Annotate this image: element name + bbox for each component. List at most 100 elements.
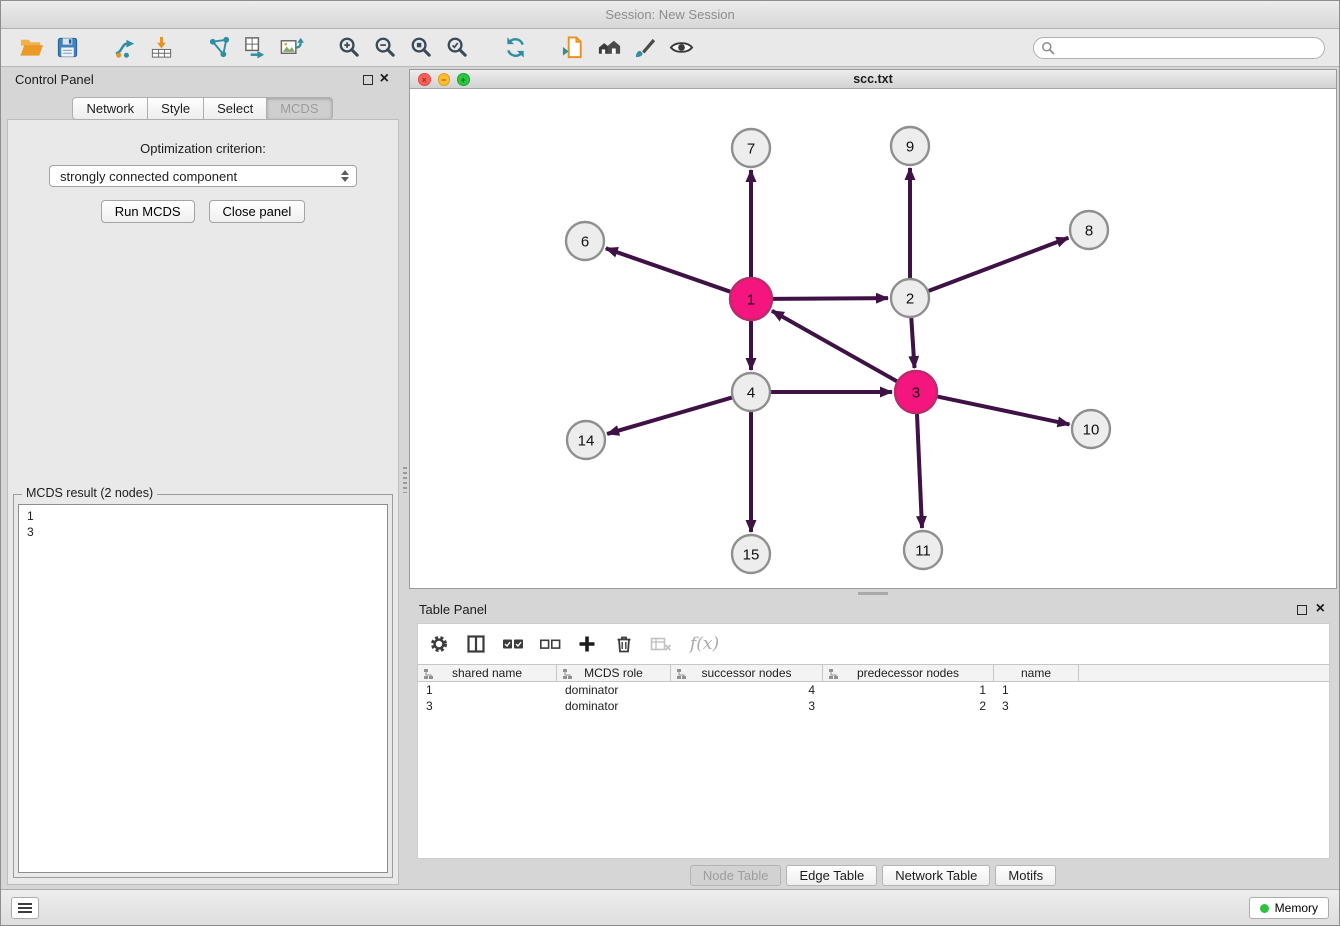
mcds-buttons-row: Run MCDS Close panel [8, 200, 398, 223]
tab-node-table[interactable]: Node Table [690, 865, 782, 886]
control-panel-title: Control Panel [15, 72, 94, 87]
column-type-icon [562, 668, 573, 680]
network-canvas-svg[interactable]: 1 2 3 4 6 7 8 9 10 11 14 15 [410, 89, 1336, 588]
zoom-in-icon [337, 35, 362, 60]
table-panel-title: Table Panel [419, 602, 487, 617]
tab-motifs[interactable]: Motifs [995, 865, 1056, 886]
search-input[interactable] [1033, 37, 1325, 59]
mcds-panel-body: Optimization criterion: strongly connect… [7, 119, 399, 885]
column-type-icon [828, 668, 839, 680]
graph-node-15[interactable]: 15 [732, 535, 770, 573]
table-cell: 3 [418, 698, 557, 714]
control-panel-tab-bar: Network Style Select MCDS [5, 97, 401, 120]
tab-network-table[interactable]: Network Table [882, 865, 990, 886]
graph-edge-1-2[interactable] [773, 298, 888, 299]
graph-edge-2-3[interactable] [911, 318, 914, 368]
tab-network[interactable]: Network [72, 97, 148, 120]
criterion-select[interactable]: strongly connected component [49, 165, 357, 187]
delete-table-icon [650, 636, 672, 652]
column-header-shared-name[interactable]: shared name [418, 665, 557, 681]
clone-network-view-button[interactable] [555, 32, 591, 64]
select-all-columns-button[interactable] [501, 632, 525, 656]
graph-node-10[interactable]: 10 [1072, 410, 1110, 448]
import-table-button[interactable] [143, 32, 179, 64]
show-column-button[interactable] [464, 632, 488, 656]
graph-edge-1-6[interactable] [606, 248, 730, 291]
save-session-button[interactable] [49, 32, 85, 64]
create-column-button[interactable] [575, 632, 599, 656]
export-image-button[interactable] [273, 32, 309, 64]
graph-node-4[interactable]: 4 [732, 373, 770, 411]
zoom-selected-button[interactable] [439, 32, 475, 64]
delete-column-button[interactable] [612, 632, 636, 656]
close-mcds-panel-button[interactable]: Close panel [209, 200, 306, 223]
zoom-out-icon [373, 35, 398, 60]
graph-edge-2-8[interactable] [929, 238, 1069, 291]
columns-icon [466, 634, 486, 654]
table-settings-button[interactable] [427, 632, 451, 656]
network-window-title: scc.txt [853, 72, 893, 86]
status-bar: Memory [1, 889, 1339, 925]
column-label: predecessor nodes [857, 666, 959, 680]
mcds-result-group: MCDS result (2 nodes) 13 [13, 494, 393, 878]
close-control-panel-button[interactable]: × [380, 71, 389, 87]
close-table-panel-button[interactable]: × [1316, 601, 1325, 617]
graph-node-8[interactable]: 8 [1070, 211, 1108, 249]
graph-node-2[interactable]: 2 [891, 279, 929, 317]
column-header-name[interactable]: name [994, 665, 1079, 681]
graph-node-11[interactable]: 11 [904, 531, 942, 569]
export-image-icon [279, 35, 304, 60]
minimize-window-button[interactable]: − [438, 73, 451, 86]
open-session-button[interactable] [13, 32, 49, 64]
import-network-button[interactable] [107, 32, 143, 64]
mcds-result-list: 13 [18, 504, 388, 873]
show-hide-panels-button[interactable] [591, 32, 627, 64]
show-graphics-details-button[interactable] [663, 32, 699, 64]
graph-edge-3-10[interactable] [938, 397, 1070, 425]
tab-style[interactable]: Style [147, 97, 204, 120]
column-header-successor-nodes[interactable]: successor nodes [671, 665, 823, 681]
task-history-button[interactable] [11, 897, 39, 919]
network-canvas[interactable]: 1 2 3 4 6 7 8 9 10 11 14 15 [410, 89, 1336, 588]
run-mcds-button[interactable]: Run MCDS [101, 200, 195, 223]
apply-layout-button[interactable] [497, 32, 533, 64]
memory-status-icon [1260, 904, 1269, 913]
table-row[interactable]: 1dominator411 [418, 682, 1329, 698]
float-table-panel-button[interactable] [1297, 605, 1307, 615]
column-header-predecessor-nodes[interactable]: predecessor nodes [823, 665, 994, 681]
control-panel-header: Control Panel × [5, 67, 401, 91]
style-brush-button[interactable] [627, 32, 663, 64]
float-control-panel-button[interactable] [363, 75, 373, 85]
tab-edge-table[interactable]: Edge Table [786, 865, 877, 886]
control-panel: Control Panel × Network Style Select MCD… [5, 67, 401, 887]
graph-node-14[interactable]: 14 [567, 421, 605, 459]
search-field-wrap [1033, 37, 1325, 59]
zoom-out-button[interactable] [367, 32, 403, 64]
new-network-button[interactable] [201, 32, 237, 64]
tab-select[interactable]: Select [203, 97, 267, 120]
unselect-all-columns-button[interactable] [538, 632, 562, 656]
refresh-icon [503, 35, 528, 60]
vertical-splitter[interactable] [401, 67, 409, 887]
memory-button[interactable]: Memory [1249, 897, 1329, 919]
export-network-button[interactable] [237, 32, 273, 64]
zoom-in-button[interactable] [331, 32, 367, 64]
graph-node-6[interactable]: 6 [566, 222, 604, 260]
svg-text:10: 10 [1083, 421, 1100, 438]
zoom-fit-button[interactable] [403, 32, 439, 64]
graph-edge-3-11[interactable] [917, 414, 922, 528]
table-row[interactable]: 3dominator323 [418, 698, 1329, 714]
tab-mcds[interactable]: MCDS [266, 97, 332, 120]
close-window-button[interactable]: × [418, 73, 431, 86]
graph-edge-4-14[interactable] [607, 398, 732, 434]
horizontal-splitter[interactable] [409, 589, 1337, 597]
graph-node-9[interactable]: 9 [891, 127, 929, 165]
maximize-window-button[interactable]: + [457, 73, 470, 86]
graph-node-1[interactable]: 1 [730, 278, 772, 320]
column-header-mcds-role[interactable]: MCDS role [557, 665, 671, 681]
graph-node-3[interactable]: 3 [895, 371, 937, 413]
svg-text:6: 6 [581, 233, 589, 250]
graph-edge-3-1[interactable] [772, 311, 897, 381]
checked-boxes-icon [502, 637, 524, 651]
graph-node-7[interactable]: 7 [732, 129, 770, 167]
